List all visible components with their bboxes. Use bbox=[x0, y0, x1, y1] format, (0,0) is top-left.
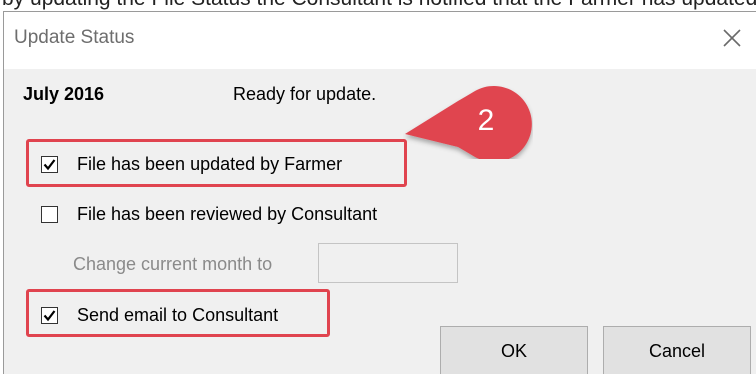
checkbox-reviewed-by-consultant[interactable]: File has been reviewed by Consultant bbox=[41, 201, 377, 227]
change-month-input[interactable] bbox=[318, 243, 458, 283]
cancel-button[interactable]: Cancel bbox=[603, 326, 751, 374]
dialog-titlebar: Update Status bbox=[4, 12, 756, 69]
close-button[interactable] bbox=[712, 18, 752, 58]
step-number: 2 bbox=[477, 104, 495, 137]
change-month-label: Change current month to bbox=[73, 254, 273, 274]
dialog-body: July 2016 Ready for update. File has bee… bbox=[4, 69, 756, 374]
highlight-box-email bbox=[26, 289, 330, 337]
checkbox-box[interactable] bbox=[41, 205, 58, 223]
checkbox-label: File has been reviewed by Consultant bbox=[77, 203, 378, 224]
ok-button[interactable]: OK bbox=[440, 326, 588, 374]
status-text: Ready for update. bbox=[233, 84, 377, 104]
highlight-box-farmer bbox=[26, 139, 407, 187]
current-month: July 2016 bbox=[23, 84, 105, 104]
background-document-text: by updating the File Status the Consulta… bbox=[0, 0, 756, 11]
close-icon bbox=[723, 29, 741, 47]
update-status-dialog: Update Status July 2016 Ready for update… bbox=[3, 11, 756, 374]
screenshot: by updating the File Status the Consulta… bbox=[0, 0, 756, 374]
dialog-title: Update Status bbox=[14, 27, 135, 48]
